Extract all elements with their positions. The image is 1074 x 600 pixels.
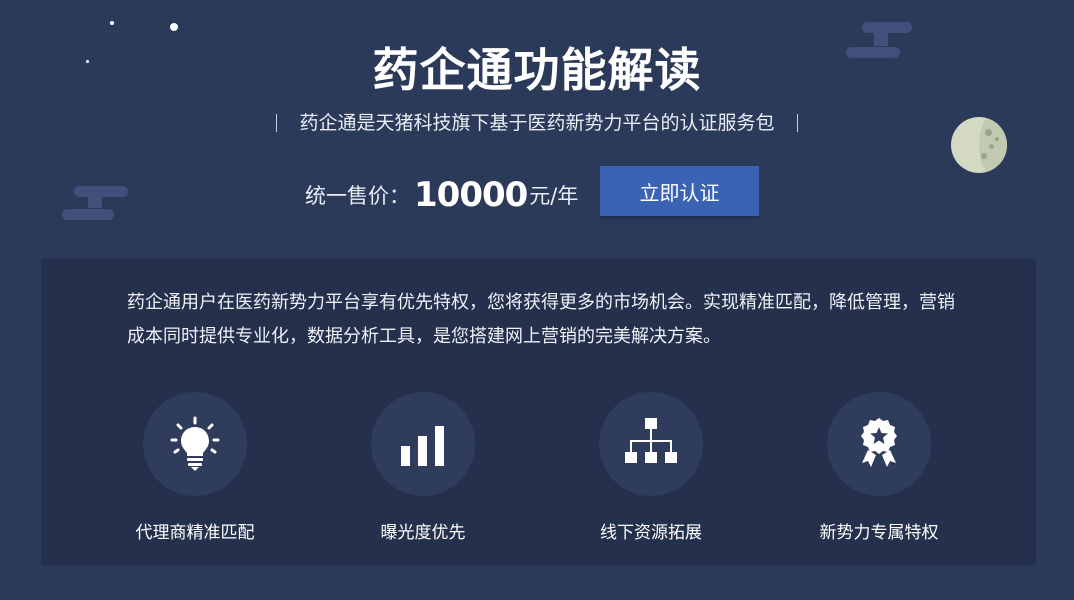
price-amount: 10000 <box>414 175 528 215</box>
features-panel: 药企通用户在医药新势力平台享有优先特权，您将获得更多的市场机会。实现精准匹配，降… <box>41 258 1036 566</box>
feature-label: 曝光度优先 <box>380 523 466 543</box>
subtitle-divider-left <box>276 114 278 132</box>
feature-icon-circle <box>371 392 475 496</box>
page-subtitle: 药企通是天猪科技旗下基于医药新势力平台的认证服务包 <box>0 108 1074 135</box>
bar-chart-icon <box>401 426 444 466</box>
feature-icon-circle <box>143 392 247 496</box>
page: 药企通功能解读 药企通是天猪科技旗下基于医药新势力平台的认证服务包 统一售价： … <box>0 0 1074 600</box>
price-unit: 元/年 <box>529 184 579 208</box>
certify-now-button[interactable]: 立即认证 <box>600 166 759 216</box>
feature-icon-circle <box>599 392 703 496</box>
subtitle-text: 药企通是天猪科技旗下基于医药新势力平台的认证服务包 <box>299 112 775 134</box>
feature-agent-matching: 代理商精准匹配 <box>85 392 305 543</box>
cloud-decoration <box>62 184 132 224</box>
feature-exposure-priority: 曝光度优先 <box>313 392 533 543</box>
award-badge-icon <box>861 418 897 467</box>
lightbulb-icon <box>170 416 220 471</box>
feature-exclusive-privilege: 新势力专属特权 <box>769 392 989 543</box>
feature-label: 新势力专属特权 <box>819 523 939 543</box>
feature-icon-circle <box>827 392 931 496</box>
price-label: 统一售价： <box>305 184 410 208</box>
feature-label: 线下资源拓展 <box>600 523 702 543</box>
feature-offline-resources: 线下资源拓展 <box>541 392 761 543</box>
star-decoration <box>110 21 114 25</box>
org-chart-icon <box>625 418 677 463</box>
price-row: 统一售价： 10000 元/年 <box>305 170 578 220</box>
star-decoration <box>170 23 178 31</box>
feature-label: 代理商精准匹配 <box>135 523 255 543</box>
subtitle-divider-right <box>796 114 798 132</box>
panel-description: 药企通用户在医药新势力平台享有优先特权，您将获得更多的市场机会。实现精准匹配，降… <box>127 292 955 347</box>
page-title: 药企通功能解读 <box>372 43 702 97</box>
